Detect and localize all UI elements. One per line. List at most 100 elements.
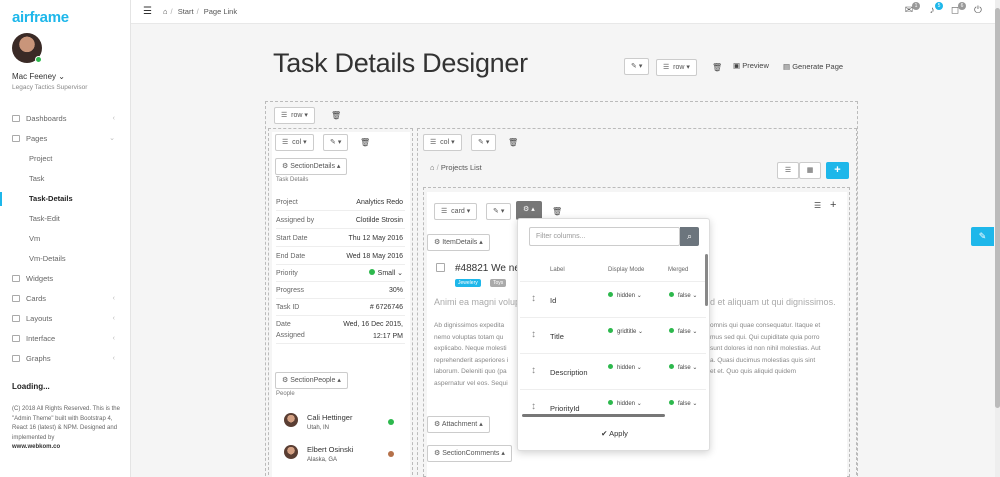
drag-handle-icon[interactable]: ↕ <box>531 293 536 304</box>
chevron-left-icon: ‹ <box>112 355 115 362</box>
drag-handle-icon[interactable]: ↕ <box>531 329 536 340</box>
display-mode-dropdown[interactable]: hidden ⌄ <box>608 364 642 371</box>
section-comments-label: SectionComments <box>442 450 500 457</box>
task-checkbox[interactable] <box>436 263 445 272</box>
col-dropdown-button[interactable]: ☰ col ▾ <box>275 134 314 151</box>
edit-dropdown-button[interactable]: ✎ ▾ <box>471 134 497 151</box>
edit-dropdown-button[interactable]: ✎ ▾ <box>624 58 650 75</box>
apply-button[interactable]: ✔ Apply <box>518 429 711 438</box>
trash-icon[interactable]: 🗑 <box>508 138 518 147</box>
merged-dropdown[interactable]: false ⌄ <box>669 292 697 299</box>
trash-icon[interactable]: 🗑 <box>552 207 562 216</box>
detail-value: Clotilde Strosin <box>355 217 403 224</box>
projects-list-link[interactable]: Projects List <box>441 163 482 172</box>
mail-icon[interactable]: ✉ 1 <box>903 2 920 17</box>
plus-icon[interactable]: + <box>830 199 836 211</box>
footer-link[interactable]: www.webkom.co <box>12 444 60 450</box>
sliders-icon: ☰ <box>281 112 288 119</box>
bell-icon[interactable]: ♪ 5 <box>926 2 943 17</box>
row-dropdown-button[interactable]: ☰ row ▾ <box>274 107 315 124</box>
merged-dropdown[interactable]: false ⌄ <box>669 328 697 335</box>
sliders-icon: ☰ <box>663 64 670 71</box>
column-header-display-mode: Display Mode <box>608 267 645 273</box>
detail-key: Date <box>276 321 291 328</box>
sidebar-footer: (C) 2018 All Rights Reserved. This is th… <box>12 405 122 453</box>
section-details-button[interactable]: ⚙ SectionDetails ▴ <box>275 158 348 175</box>
filter-columns-input[interactable]: Filter columns... <box>529 227 680 246</box>
priority-dropdown[interactable]: Small ⌄ <box>368 265 403 282</box>
merged-dropdown[interactable]: false ⌄ <box>669 364 697 371</box>
home-icon[interactable]: ⌂ <box>163 7 168 16</box>
sliders-icon[interactable]: ☰ <box>814 201 821 210</box>
vertical-scrollbar[interactable] <box>705 254 708 306</box>
trash-icon[interactable]: 🗑 <box>712 63 722 72</box>
loading-text: Loading... <box>12 382 50 391</box>
column-label: PriorityId <box>550 404 580 413</box>
customizer-toggle-icon[interactable]: ✎ <box>971 227 994 246</box>
sidebar-subitem-vm[interactable]: Vm <box>0 229 131 249</box>
add-button[interactable]: + <box>826 162 849 179</box>
section-people-label: SectionPeople <box>290 377 336 384</box>
trash-icon[interactable]: 🗑 <box>331 111 341 120</box>
drag-handle-icon[interactable]: ↕ <box>531 401 536 412</box>
detail-key: Start Date <box>276 235 308 242</box>
section-people-button[interactable]: ⚙ SectionPeople ▴ <box>275 372 348 389</box>
breadcrumb-start[interactable]: Start <box>178 7 194 16</box>
attachment-button[interactable]: ⚙ Attachment ▴ <box>427 416 490 433</box>
detail-key: Assigned <box>276 332 305 339</box>
edit-dropdown-button[interactable]: ✎ ▾ <box>323 134 349 151</box>
user-name-dropdown[interactable]: Mac Feeney ⌄ <box>12 72 65 81</box>
tag-badge[interactable]: Toys <box>490 279 507 287</box>
sidebar-item-cards[interactable]: Cards ‹ <box>0 289 131 309</box>
sidebar-item-pages[interactable]: Pages ⌄ <box>0 129 131 149</box>
sidebar-item-graphs[interactable]: Graphs ‹ <box>0 349 131 369</box>
grid-view-button[interactable]: ▦ <box>799 162 821 179</box>
table-row: ↕ PriorityId hidden ⌄ false ⌄ <box>520 389 706 413</box>
preview-button[interactable]: ▣ Preview <box>733 61 769 70</box>
sidebar-item-interface[interactable]: Interface ‹ <box>0 329 131 349</box>
gear-icon: ⚙ <box>434 239 441 246</box>
mail-badge: 1 <box>912 2 920 10</box>
trash-icon[interactable]: 🗑 <box>360 138 370 147</box>
search-icon[interactable]: ⌕ <box>680 227 699 246</box>
detail-key: Project <box>276 199 298 206</box>
person-name: Elbert Osinski <box>307 445 354 454</box>
tag-badge[interactable]: Jewelery <box>455 279 481 287</box>
col-dropdown-button[interactable]: ☰ col ▾ <box>423 134 462 151</box>
detail-value: # 6726746 <box>369 304 403 311</box>
hamburger-menu-icon[interactable]: ☰ <box>143 6 152 17</box>
section-caption: People <box>276 391 295 397</box>
preview-icon: ▣ <box>733 61 741 70</box>
sidebar-subitem-task-edit[interactable]: Task-Edit <box>0 209 131 229</box>
detail-value: Wed 18 May 2016 <box>346 253 403 260</box>
display-mode-dropdown[interactable]: hidden ⌄ <box>608 400 642 407</box>
online-status-dot <box>35 56 42 63</box>
sliders-icon: ☰ <box>430 139 437 146</box>
brand-logo[interactable]: airframe <box>12 9 69 26</box>
list-view-button[interactable]: ☰ <box>777 162 799 179</box>
display-mode-dropdown[interactable]: gridtitle ⌄ <box>608 328 643 335</box>
sidebar-item-layouts[interactable]: Layouts ‹ <box>0 309 131 329</box>
chat-icon[interactable]: ◻ 6 <box>949 2 966 17</box>
generate-page-button[interactable]: ▤ Generate Page <box>783 62 843 71</box>
item-details-button[interactable]: ⚙ ItemDetails ▴ <box>427 234 490 251</box>
power-icon[interactable]: ⏻ <box>972 5 984 17</box>
sidebar-subitem-task[interactable]: Task <box>0 169 131 189</box>
sidebar-subitem-task-details[interactable]: Task-Details <box>0 189 131 209</box>
horizontal-scrollbar[interactable] <box>522 414 665 417</box>
sidebar-subitem-project[interactable]: Project <box>0 149 131 169</box>
card-dropdown-button[interactable]: ☰ card ▾ <box>434 203 478 220</box>
edit-dropdown-button[interactable]: ✎ ▾ <box>486 203 512 220</box>
section-comments-button[interactable]: ⚙ SectionComments ▴ <box>427 445 512 462</box>
detail-row: Start Date Thu 12 May 2016 <box>276 230 405 247</box>
sidebar-item-dashboards[interactable]: Dashboards ‹ <box>0 109 131 129</box>
sidebar-subitem-vm-details[interactable]: Vm-Details <box>0 249 131 269</box>
display-mode-dropdown[interactable]: hidden ⌄ <box>608 292 642 299</box>
home-icon[interactable]: ⌂ <box>430 163 435 172</box>
page-scrollbar[interactable] <box>995 0 1000 477</box>
generate-label: Generate Page <box>792 62 844 71</box>
sidebar-item-widgets[interactable]: Widgets <box>0 269 131 289</box>
row-dropdown-button[interactable]: ☰ row ▾ <box>656 59 697 76</box>
drag-handle-icon[interactable]: ↕ <box>531 365 536 376</box>
merged-dropdown[interactable]: false ⌄ <box>669 400 697 407</box>
